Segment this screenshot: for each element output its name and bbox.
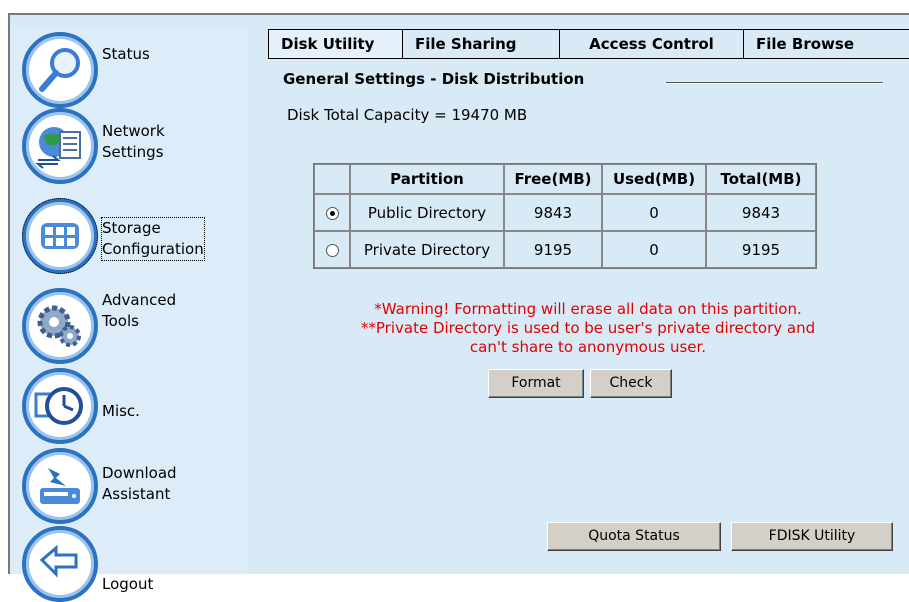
radio-cell (314, 231, 350, 268)
column-header-used: Used(MB) (602, 164, 706, 194)
sidebar-item-label: Status (102, 44, 150, 63)
sidebar: Status Network Settings Storage Configur… (10, 26, 248, 602)
sidebar-item-network-settings[interactable]: Network Settings (22, 108, 165, 184)
section-title: General Settings - Disk Distribution (283, 70, 585, 88)
warning-line-2: **Private Directory is used to be user's… (360, 319, 816, 337)
gears-icon (22, 288, 98, 364)
partition-cell: Private Directory (350, 231, 504, 268)
warning-line-3: can't share to anonymous user. (469, 338, 707, 356)
back-arrow-icon (22, 526, 98, 602)
used-cell: 0 (602, 231, 706, 268)
tab-access-control[interactable]: Access Control (560, 30, 744, 58)
column-header-free: Free(MB) (504, 164, 602, 194)
sidebar-item-label: Download Assistant (102, 464, 177, 503)
partition-table: Partition Free(MB) Used(MB) Total(MB) Pu… (313, 163, 817, 269)
download-icon (22, 448, 98, 524)
quota-status-button[interactable]: Quota Status (547, 522, 721, 551)
sidebar-item-label: Logout (102, 574, 154, 593)
total-cell: 9195 (706, 231, 816, 268)
total-cell: 9843 (706, 194, 816, 231)
format-button[interactable]: Format (488, 369, 584, 398)
magnifier-icon (22, 32, 98, 108)
private-directory-radio[interactable] (325, 243, 339, 257)
tab-disk-utility[interactable]: Disk Utility (269, 30, 403, 58)
column-header-partition: Partition (350, 164, 504, 194)
public-directory-radio[interactable] (325, 206, 339, 220)
free-cell: 9195 (504, 231, 602, 268)
clock-icon (22, 368, 98, 444)
warning-line-1: *Warning! Formatting will erase all data… (374, 300, 802, 318)
tab-bar: Disk Utility File Sharing Access Control… (268, 29, 909, 59)
fdisk-utility-button[interactable]: FDISK Utility (731, 522, 893, 551)
table-row[interactable]: Private Directory 9195 0 9195 (314, 231, 816, 268)
free-cell: 9843 (504, 194, 602, 231)
column-header-total: Total(MB) (706, 164, 816, 194)
sidebar-item-label: Network Settings (102, 122, 165, 161)
partition-cell: Public Directory (350, 194, 504, 231)
warning-message: *Warning! Formatting will erase all data… (268, 300, 908, 357)
sidebar-item-label: Advanced Tools (102, 291, 177, 330)
sidebar-item-status[interactable]: Status (22, 32, 150, 108)
sidebar-item-logout[interactable]: Logout (22, 526, 153, 602)
sidebar-item-download-assistant[interactable]: Download Assistant (22, 448, 177, 524)
sidebar-item-storage-configuration[interactable]: Storage Configuration (22, 198, 205, 274)
tab-file-sharing[interactable]: File Sharing (403, 30, 560, 58)
network-icon (22, 108, 98, 184)
used-cell: 0 (602, 194, 706, 231)
radio-cell (314, 194, 350, 231)
sidebar-item-misc[interactable]: Misc. (22, 368, 140, 444)
select-column-header (314, 164, 350, 194)
table-header-row: Partition Free(MB) Used(MB) Total(MB) (314, 164, 816, 194)
storage-grid-icon (22, 198, 98, 274)
section-divider (666, 82, 883, 84)
sidebar-item-label: Misc. (102, 401, 140, 420)
sidebar-item-advanced-tools[interactable]: Advanced Tools (22, 288, 176, 364)
check-button[interactable]: Check (590, 369, 672, 398)
sidebar-item-label: Storage Configuration (101, 217, 205, 261)
disk-capacity-text: Disk Total Capacity = 19470 MB (287, 106, 528, 124)
tab-file-browse[interactable]: File Browse (744, 30, 909, 58)
table-row[interactable]: Public Directory 9843 0 9843 (314, 194, 816, 231)
